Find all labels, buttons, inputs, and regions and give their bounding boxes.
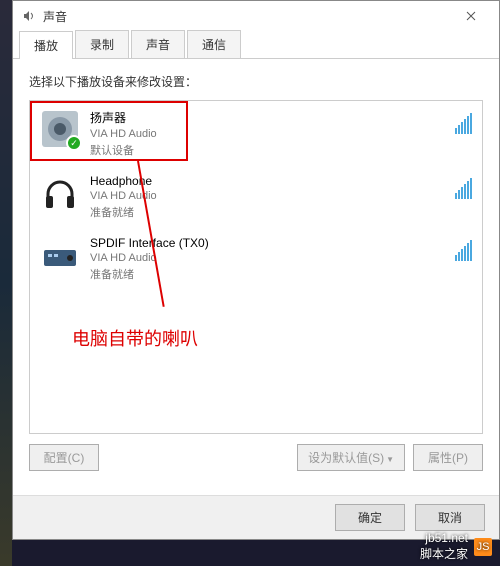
sound-icon	[21, 8, 37, 24]
device-list[interactable]: ✓ 扬声器 VIA HD Audio 默认设备 Headphone VIA HD…	[29, 100, 483, 434]
device-status: 准备就绪	[90, 204, 455, 220]
tab-communications[interactable]: 通信	[187, 30, 241, 58]
instruction-text: 选择以下播放设备来修改设置：	[29, 73, 483, 90]
device-driver: VIA HD Audio	[90, 252, 455, 264]
tab-content: 选择以下播放设备来修改设置： ✓ 扬声器 VIA HD Audio 默认设备	[13, 59, 499, 489]
tab-strip: 播放 录制 声音 通信	[13, 31, 499, 59]
close-button[interactable]	[451, 2, 491, 30]
chevron-down-icon: ▼	[386, 455, 394, 464]
device-buttons: 配置(C) 设为默认值(S)▼ 属性(P)	[29, 444, 483, 471]
watermark-text: 脚本之家	[420, 545, 468, 562]
device-item-spdif[interactable]: SPDIF Interface (TX0) VIA HD Audio 准备就绪	[30, 228, 482, 290]
device-driver: VIA HD Audio	[90, 128, 455, 140]
tab-playback[interactable]: 播放	[19, 31, 73, 59]
device-status: 准备就绪	[90, 266, 455, 282]
watermark: jb51.net 脚本之家 JS	[420, 531, 492, 562]
tab-sounds[interactable]: 声音	[131, 30, 185, 58]
device-item-headphone[interactable]: Headphone VIA HD Audio 准备就绪	[30, 166, 482, 228]
configure-button: 配置(C)	[29, 444, 99, 471]
device-driver: VIA HD Audio	[90, 190, 455, 202]
cancel-button[interactable]: 取消	[415, 504, 485, 531]
signal-meter	[455, 236, 472, 261]
watermark-icon: JS	[474, 538, 492, 556]
window-title: 声音	[43, 8, 451, 25]
device-name: Headphone	[90, 174, 455, 188]
headphone-icon	[40, 174, 80, 214]
signal-meter	[455, 174, 472, 199]
annotation-text: 电脑自带的喇叭	[72, 325, 198, 351]
titlebar: 声音	[13, 1, 499, 31]
watermark-url: jb51.net	[420, 531, 468, 545]
device-name: SPDIF Interface (TX0)	[90, 236, 455, 250]
sound-dialog: 声音 播放 录制 声音 通信 选择以下播放设备来修改设置： ✓ 扬声器 VIA …	[12, 0, 500, 540]
set-default-button: 设为默认值(S)▼	[297, 444, 405, 471]
spdif-icon	[40, 236, 80, 276]
signal-meter	[455, 109, 472, 134]
properties-button: 属性(P)	[413, 444, 483, 471]
tab-recording[interactable]: 录制	[75, 30, 129, 58]
ok-button[interactable]: 确定	[335, 504, 405, 531]
device-item-speakers[interactable]: ✓ 扬声器 VIA HD Audio 默认设备	[30, 101, 482, 166]
device-name: 扬声器	[90, 109, 455, 126]
device-status: 默认设备	[90, 142, 455, 158]
speaker-icon: ✓	[40, 109, 80, 149]
default-check-icon: ✓	[66, 135, 82, 151]
